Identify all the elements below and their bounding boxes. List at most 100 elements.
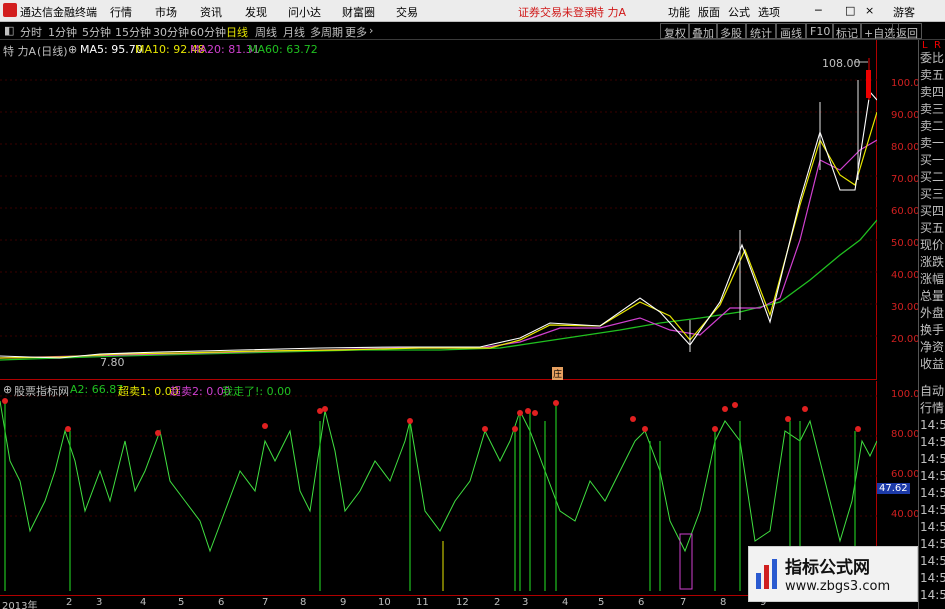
indicator-axis-80: 80.00 [891,429,920,440]
menu-trade[interactable]: 交易 [396,4,418,20]
app-title: 通达信金融终端 [20,6,97,19]
menu-layout[interactable]: 版面 [698,4,720,20]
menu-news[interactable]: 资讯 [200,4,222,20]
period-monthly[interactable]: 月线 [283,24,305,40]
date-axis: 2013年 2 3 4 5 6 7 8 9 10 11 12 2 3 4 5 6… [0,595,877,609]
menu-function[interactable]: 功能 [668,4,690,20]
menu-ask[interactable]: 问小达 [288,4,321,20]
kline-chart[interactable]: 特 力A (日线) ⊕ MA5: 95.70 MA10: 92.48 MA20:… [0,40,920,380]
quote-field: 买二 [920,170,945,184]
close-icon[interactable]: × [865,4,874,17]
quote-field: 现价 [920,238,945,252]
btn-overlay[interactable]: 叠加 [688,23,718,40]
date-label: 11 [416,597,429,608]
maximize-icon[interactable]: □ [845,4,855,17]
menu-discover[interactable]: 发现 [245,4,267,20]
btn-multi-stock[interactable]: 多股 [716,23,746,40]
panel-label-r[interactable]: R [934,40,941,51]
menu-wealth[interactable]: 财富圈 [342,4,375,20]
date-label: 7 [680,597,687,608]
quote-field: 委比 [920,51,945,65]
right-quote-panel: L R 委比 卖五 卖四 卖三 卖二 卖一 买一 买二 买三 买四 买五 现价 … [918,40,945,609]
minimize-icon[interactable]: ─ [815,4,822,17]
period-toolbar: ◧ 分时 1分钟 5分钟 15分钟 30分钟 60分钟 日线 周线 月线 多周期… [0,22,945,40]
period-1min[interactable]: 1分钟 [48,24,77,40]
low-price-label: 7.80 [100,356,125,369]
indicator-axis-100: 100.0 [891,389,920,400]
quote-field: 买一 [920,153,945,167]
date-label: 9 [340,597,347,608]
menu-quotes[interactable]: 行情 [110,4,132,20]
indicator-a2-line [0,400,877,553]
auto-tab[interactable]: 自动 [920,385,944,398]
tick-time: 14:5 [920,486,945,500]
watermark-title: 指标公式网 [785,558,870,578]
quote-field: 卖三 [920,102,945,116]
btn-f10[interactable]: F10 [806,23,835,39]
date-label: 2 [66,597,73,608]
price-axis-90: 90.00 [891,110,920,121]
date-label: 2 [494,597,501,608]
quote-field: 卖二 [920,119,945,133]
btn-mark[interactable]: 标记 [832,23,862,40]
period-5min[interactable]: 5分钟 [82,24,111,40]
tick-time: 14:5 [920,554,945,568]
btn-stats[interactable]: 统计 [746,23,776,40]
date-label: 8 [300,597,307,608]
ma10-line [0,111,877,359]
period-weekly[interactable]: 周线 [255,24,277,40]
oversell-box [679,533,693,590]
price-axis-60: 60.00 [891,206,920,217]
btn-adjust[interactable]: 复权 [660,23,690,40]
quote-field: 收益 [920,357,945,371]
date-label: 5 [598,597,605,608]
period-more[interactable]: 更多 [345,24,367,40]
tick-time: 14:5 [920,588,945,602]
tick-time: 14:5 [920,452,945,466]
dealer-marker[interactable]: 庄 [552,367,564,380]
btn-draw[interactable]: 画线 [776,23,806,40]
period-60min[interactable]: 60分钟 [190,24,226,40]
price-axis-80: 80.00 [891,142,920,153]
indicator-current-value: 47.62 [877,483,910,494]
date-label: 8 [720,597,727,608]
date-label: 3 [522,597,529,608]
high-price-label: 108.00 [822,57,861,70]
menu-formula[interactable]: 公式 [728,4,750,20]
indicator-axis-40: 40.00 [891,509,920,520]
btn-back[interactable]: 返回 [892,23,922,40]
ma5-line [0,90,877,359]
menu-options[interactable]: 选项 [758,4,780,20]
quote-field: 涨幅 [920,272,945,286]
tick-time: 14:5 [920,435,945,449]
date-label: 4 [562,597,569,608]
date-label: 12 [456,597,469,608]
watermark: 指标公式网 www.zbgs3.com [748,546,918,602]
price-axis-50: 50.00 [891,238,920,249]
price-axis-40: 40.00 [891,270,920,281]
indicator-chart[interactable]: ⊕ 股票指标网 A2: 66.87 超卖1: 0.00 超卖2: 0.00 我走… [0,381,920,595]
period-15min[interactable]: 15分钟 [115,24,151,40]
period-30min[interactable]: 30分钟 [153,24,189,40]
date-label: 6 [638,597,645,608]
quote-field: 卖四 [920,85,945,99]
kline-svg [0,58,877,361]
pin-icon[interactable]: ◧ [4,24,14,37]
period-intraday[interactable]: 分时 [20,24,42,40]
period-multi[interactable]: 多周期 [310,24,343,40]
title-bar: 通达信金融终端 行情 市场 资讯 发现 问小达 财富圈 交易 证券交易未登录 特… [0,0,945,22]
quote-field: 外盘 [920,306,945,320]
user-label[interactable]: 游客 [893,4,915,20]
quote-field: 总量 [920,289,945,303]
tick-time: 14:5 [920,469,945,483]
period-daily[interactable]: 日线 [226,24,248,40]
chevron-right-icon[interactable]: › [369,24,373,37]
tick-time: 14:5 [920,418,945,432]
indicator-signal-bars [4,401,856,591]
menu-market[interactable]: 市场 [155,4,177,20]
login-status[interactable]: 证券交易未登录 [518,4,595,20]
quote-tab[interactable]: 行情 [920,402,944,415]
panel-label-l[interactable]: L [922,40,928,51]
indicator-svg [0,395,877,591]
price-axis-30: 30.00 [891,302,920,313]
